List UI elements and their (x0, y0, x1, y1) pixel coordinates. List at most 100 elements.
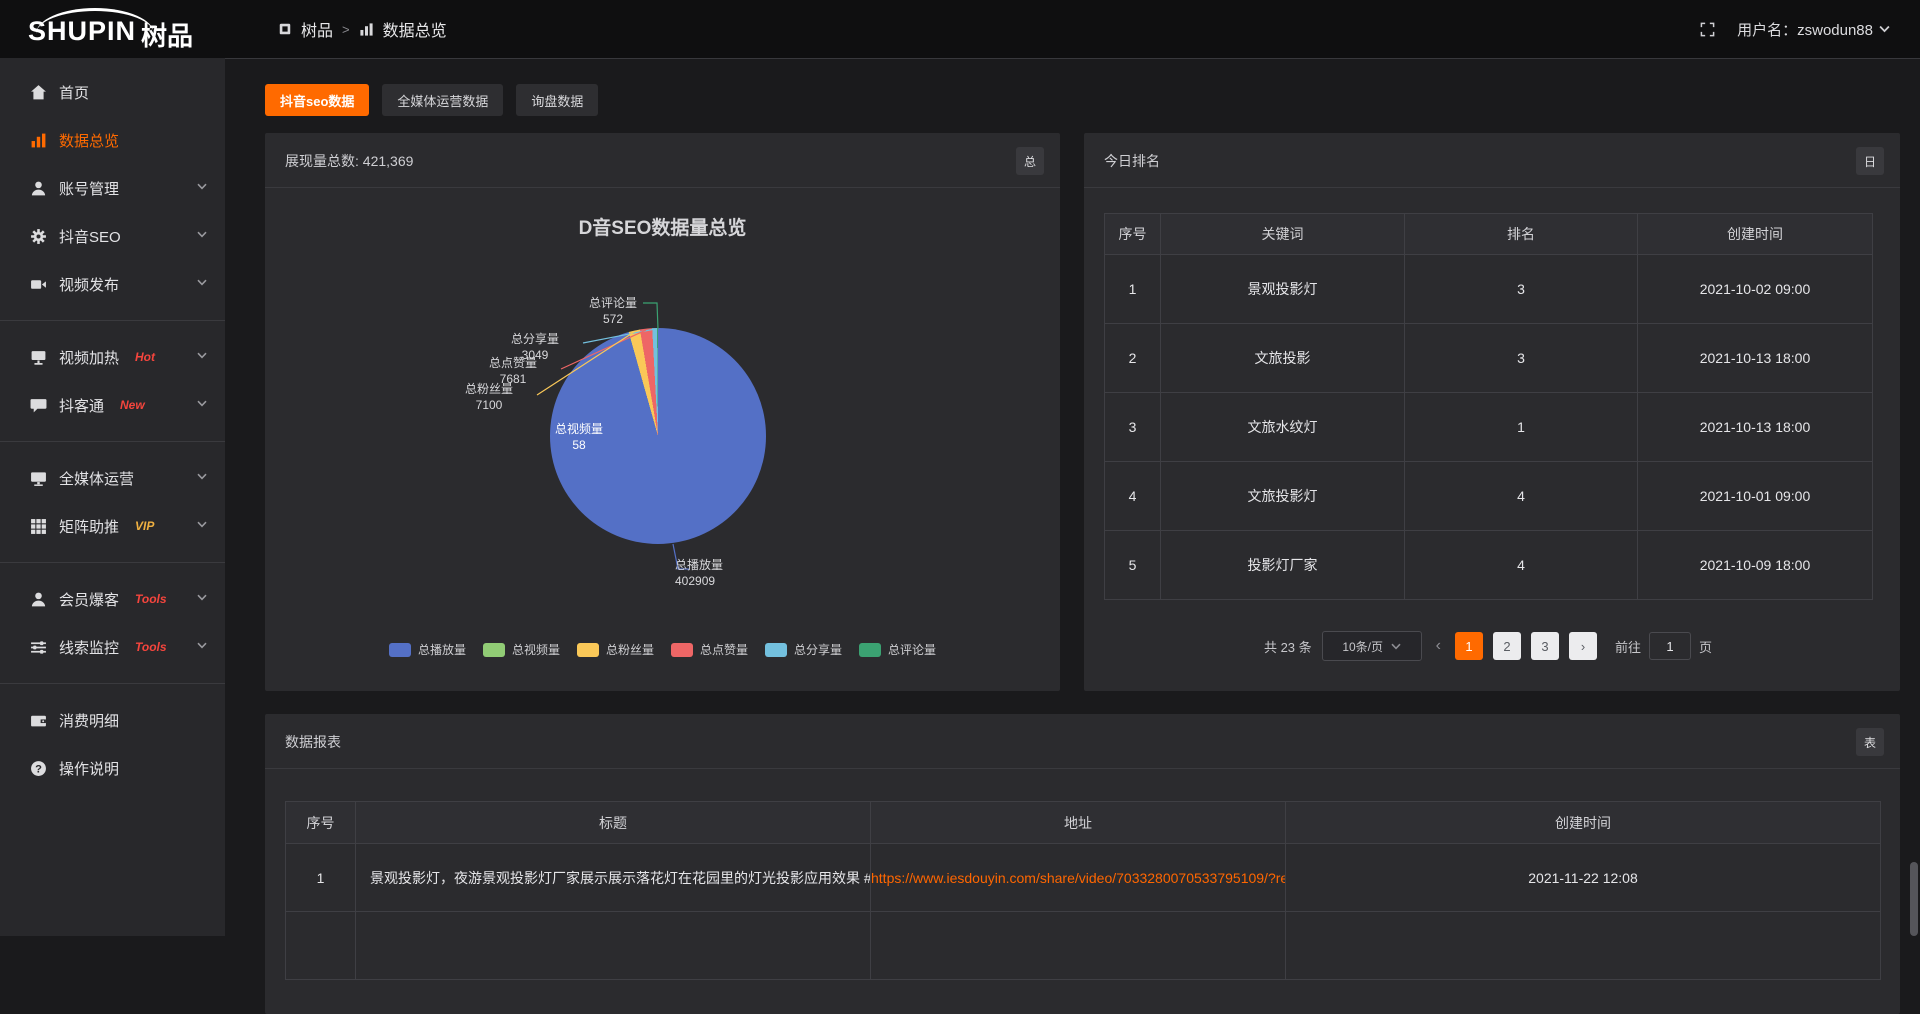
prev-page-button[interactable]: ‹ (1432, 637, 1445, 655)
legend-item-shares[interactable]: 总分享量 (765, 641, 842, 658)
table-row[interactable]: 1 景观投影灯 3 2021-10-02 09:00 (1105, 255, 1873, 324)
breadcrumb-current[interactable]: 数据总览 (383, 17, 447, 41)
rank-panel-header: 今日排名 日 (1084, 133, 1900, 188)
sidebar-item-lead-monitor[interactable]: 线索监控 Tools (0, 623, 225, 671)
user-name-label: 用户名：zswodun88 (1737, 19, 1873, 40)
col-header-title: 标题 (356, 802, 871, 844)
logo-text-cn: 树品 (141, 16, 193, 53)
sidebar-item-account[interactable]: 账号管理 (0, 164, 225, 212)
next-page-button[interactable]: › (1569, 632, 1597, 660)
pie-label-name: 总分享量 (487, 331, 583, 347)
legend-item-videos[interactable]: 总视频量 (483, 641, 560, 658)
pie-label-value: 58 (531, 437, 627, 453)
home-icon (30, 84, 47, 101)
sidebar-item-matrix-boost[interactable]: 矩阵助推 VIP (0, 502, 225, 550)
cell-created: 2021-10-13 18:00 (1638, 324, 1873, 393)
sidebar-item-video-publish[interactable]: 视频发布 (0, 260, 225, 308)
scrollbar-thumb[interactable] (1910, 862, 1918, 936)
sidebar-item-label: 全媒体运营 (59, 468, 134, 489)
sidebar: 首页 数据总览 账号管理 抖音SEO 视频发布 视频加热 Hot 抖客通 New… (0, 58, 225, 936)
chevron-down-icon (197, 183, 207, 190)
total-button[interactable]: 总 (1016, 147, 1044, 175)
chat-icon (30, 397, 47, 414)
cell-empty (871, 912, 1286, 980)
sidebar-item-instructions[interactable]: 操作说明 (0, 744, 225, 792)
pie-label-name: 总点赞量 (465, 355, 561, 371)
sidebar-item-label: 账号管理 (59, 178, 119, 199)
video-link[interactable]: https://www.iesdouyin.com/share/video/70… (871, 870, 1286, 886)
hot-badge: Hot (135, 350, 155, 364)
tools-badge: Tools (135, 640, 167, 654)
sidebar-item-media-ops[interactable]: 全媒体运营 (0, 454, 225, 502)
pie-chart: D音SEO数据量总览 总评论量 572 总分享量 3049 总点赞量 7681 (265, 189, 1060, 691)
tab-media-ops-data[interactable]: 全媒体运营数据 (382, 84, 503, 116)
legend-label: 总视频量 (512, 641, 560, 658)
chart-title: D音SEO数据量总览 (265, 213, 1060, 240)
sidebar-item-video-heat[interactable]: 视频加热 Hot (0, 333, 225, 381)
table-header-row: 序号 关键词 排名 创建时间 (1105, 214, 1873, 255)
pie-label-value: 572 (565, 311, 661, 327)
sidebar-item-member-baoke[interactable]: 会员爆客 Tools (0, 575, 225, 623)
cell-rank: 4 (1405, 462, 1638, 531)
chevron-down-icon (197, 521, 207, 528)
legend-label: 总播放量 (418, 641, 466, 658)
day-button[interactable]: 日 (1856, 147, 1884, 175)
user-menu[interactable]: 用户名：zswodun88 (1737, 19, 1890, 40)
page-size-select[interactable]: 10条/页 (1322, 631, 1422, 661)
sidebar-item-data-overview[interactable]: 数据总览 (0, 116, 225, 164)
app-logo: SHUPIN 树品 (28, 8, 208, 50)
goto-page-input[interactable] (1649, 632, 1691, 660)
sidebar-item-douketong[interactable]: 抖客通 New (0, 381, 225, 429)
overview-panel-title: 展现量总数: 421,369 (285, 151, 413, 171)
cell-index: 3 (1105, 393, 1161, 462)
overview-panel: 展现量总数: 421,369 总 D音SEO数据量总览 总评论量 572 总分享… (265, 133, 1060, 691)
chart-icon (30, 132, 47, 149)
chevron-down-icon (197, 642, 207, 649)
grid-icon (30, 518, 47, 535)
tab-inquiry-data[interactable]: 询盘数据 (516, 84, 598, 116)
page-button-3[interactable]: 3 (1531, 632, 1559, 660)
cell-created: 2021-10-01 09:00 (1638, 462, 1873, 531)
legend-label: 总评论量 (888, 641, 936, 658)
pie-label-name: 总视频量 (531, 421, 627, 437)
table-row[interactable]: 1 景观投影灯，夜游景观投影灯厂家展示展示落花灯在花园里的灯光投影应用效果 # … (286, 844, 1881, 912)
sidebar-item-home[interactable]: 首页 (0, 68, 225, 116)
cell-keyword: 文旅水纹灯 (1161, 393, 1405, 462)
legend-label: 总分享量 (794, 641, 842, 658)
cell-keyword: 景观投影灯 (1161, 255, 1405, 324)
cell-created: 2021-10-02 09:00 (1638, 255, 1873, 324)
table-button[interactable]: 表 (1856, 728, 1884, 756)
wallet-icon (30, 712, 47, 729)
cell-empty (356, 912, 871, 980)
report-table: 序号 标题 地址 创建时间 1 景观投影灯，夜游景观投影灯厂家展示展示落花灯在花… (285, 801, 1881, 980)
bar-chart-icon (359, 22, 374, 37)
page-button-2[interactable]: 2 (1493, 632, 1521, 660)
legend-item-fans[interactable]: 总粉丝量 (577, 641, 654, 658)
cell-created: 2021-11-22 12:08 (1286, 844, 1881, 912)
tab-douyin-seo-data[interactable]: 抖音seo数据 (265, 84, 369, 116)
table-row[interactable]: 2 文旅投影 3 2021-10-13 18:00 (1105, 324, 1873, 393)
table-row[interactable]: 3 文旅水纹灯 1 2021-10-13 18:00 (1105, 393, 1873, 462)
table-row[interactable]: 5 投影灯厂家 4 2021-10-09 18:00 (1105, 531, 1873, 600)
breadcrumb-root[interactable]: 树品 (301, 17, 333, 41)
cell-index: 1 (1105, 255, 1161, 324)
table-row[interactable]: 4 文旅投影灯 4 2021-10-01 09:00 (1105, 462, 1873, 531)
report-panel-header: 数据报表 表 (265, 714, 1900, 769)
video-icon (30, 276, 47, 293)
legend-item-likes[interactable]: 总点赞量 (671, 641, 748, 658)
page-button-1[interactable]: 1 (1455, 632, 1483, 660)
legend-swatch (859, 643, 881, 657)
sidebar-item-label: 数据总览 (59, 130, 119, 151)
pagination-total: 共 23 条 (1264, 637, 1312, 656)
sidebar-item-douyin-seo[interactable]: 抖音SEO (0, 212, 225, 260)
col-header-created: 创建时间 (1638, 214, 1873, 255)
legend-item-comments[interactable]: 总评论量 (859, 641, 936, 658)
sliders-icon (30, 639, 47, 656)
page-size-value: 10条/页 (1342, 638, 1383, 655)
col-header-created: 创建时间 (1286, 802, 1881, 844)
sidebar-item-consumption[interactable]: 消费明细 (0, 696, 225, 744)
legend-item-plays[interactable]: 总播放量 (389, 641, 466, 658)
report-panel-title: 数据报表 (285, 732, 341, 752)
sidebar-divider (0, 562, 225, 563)
fullscreen-icon[interactable] (1700, 22, 1715, 37)
